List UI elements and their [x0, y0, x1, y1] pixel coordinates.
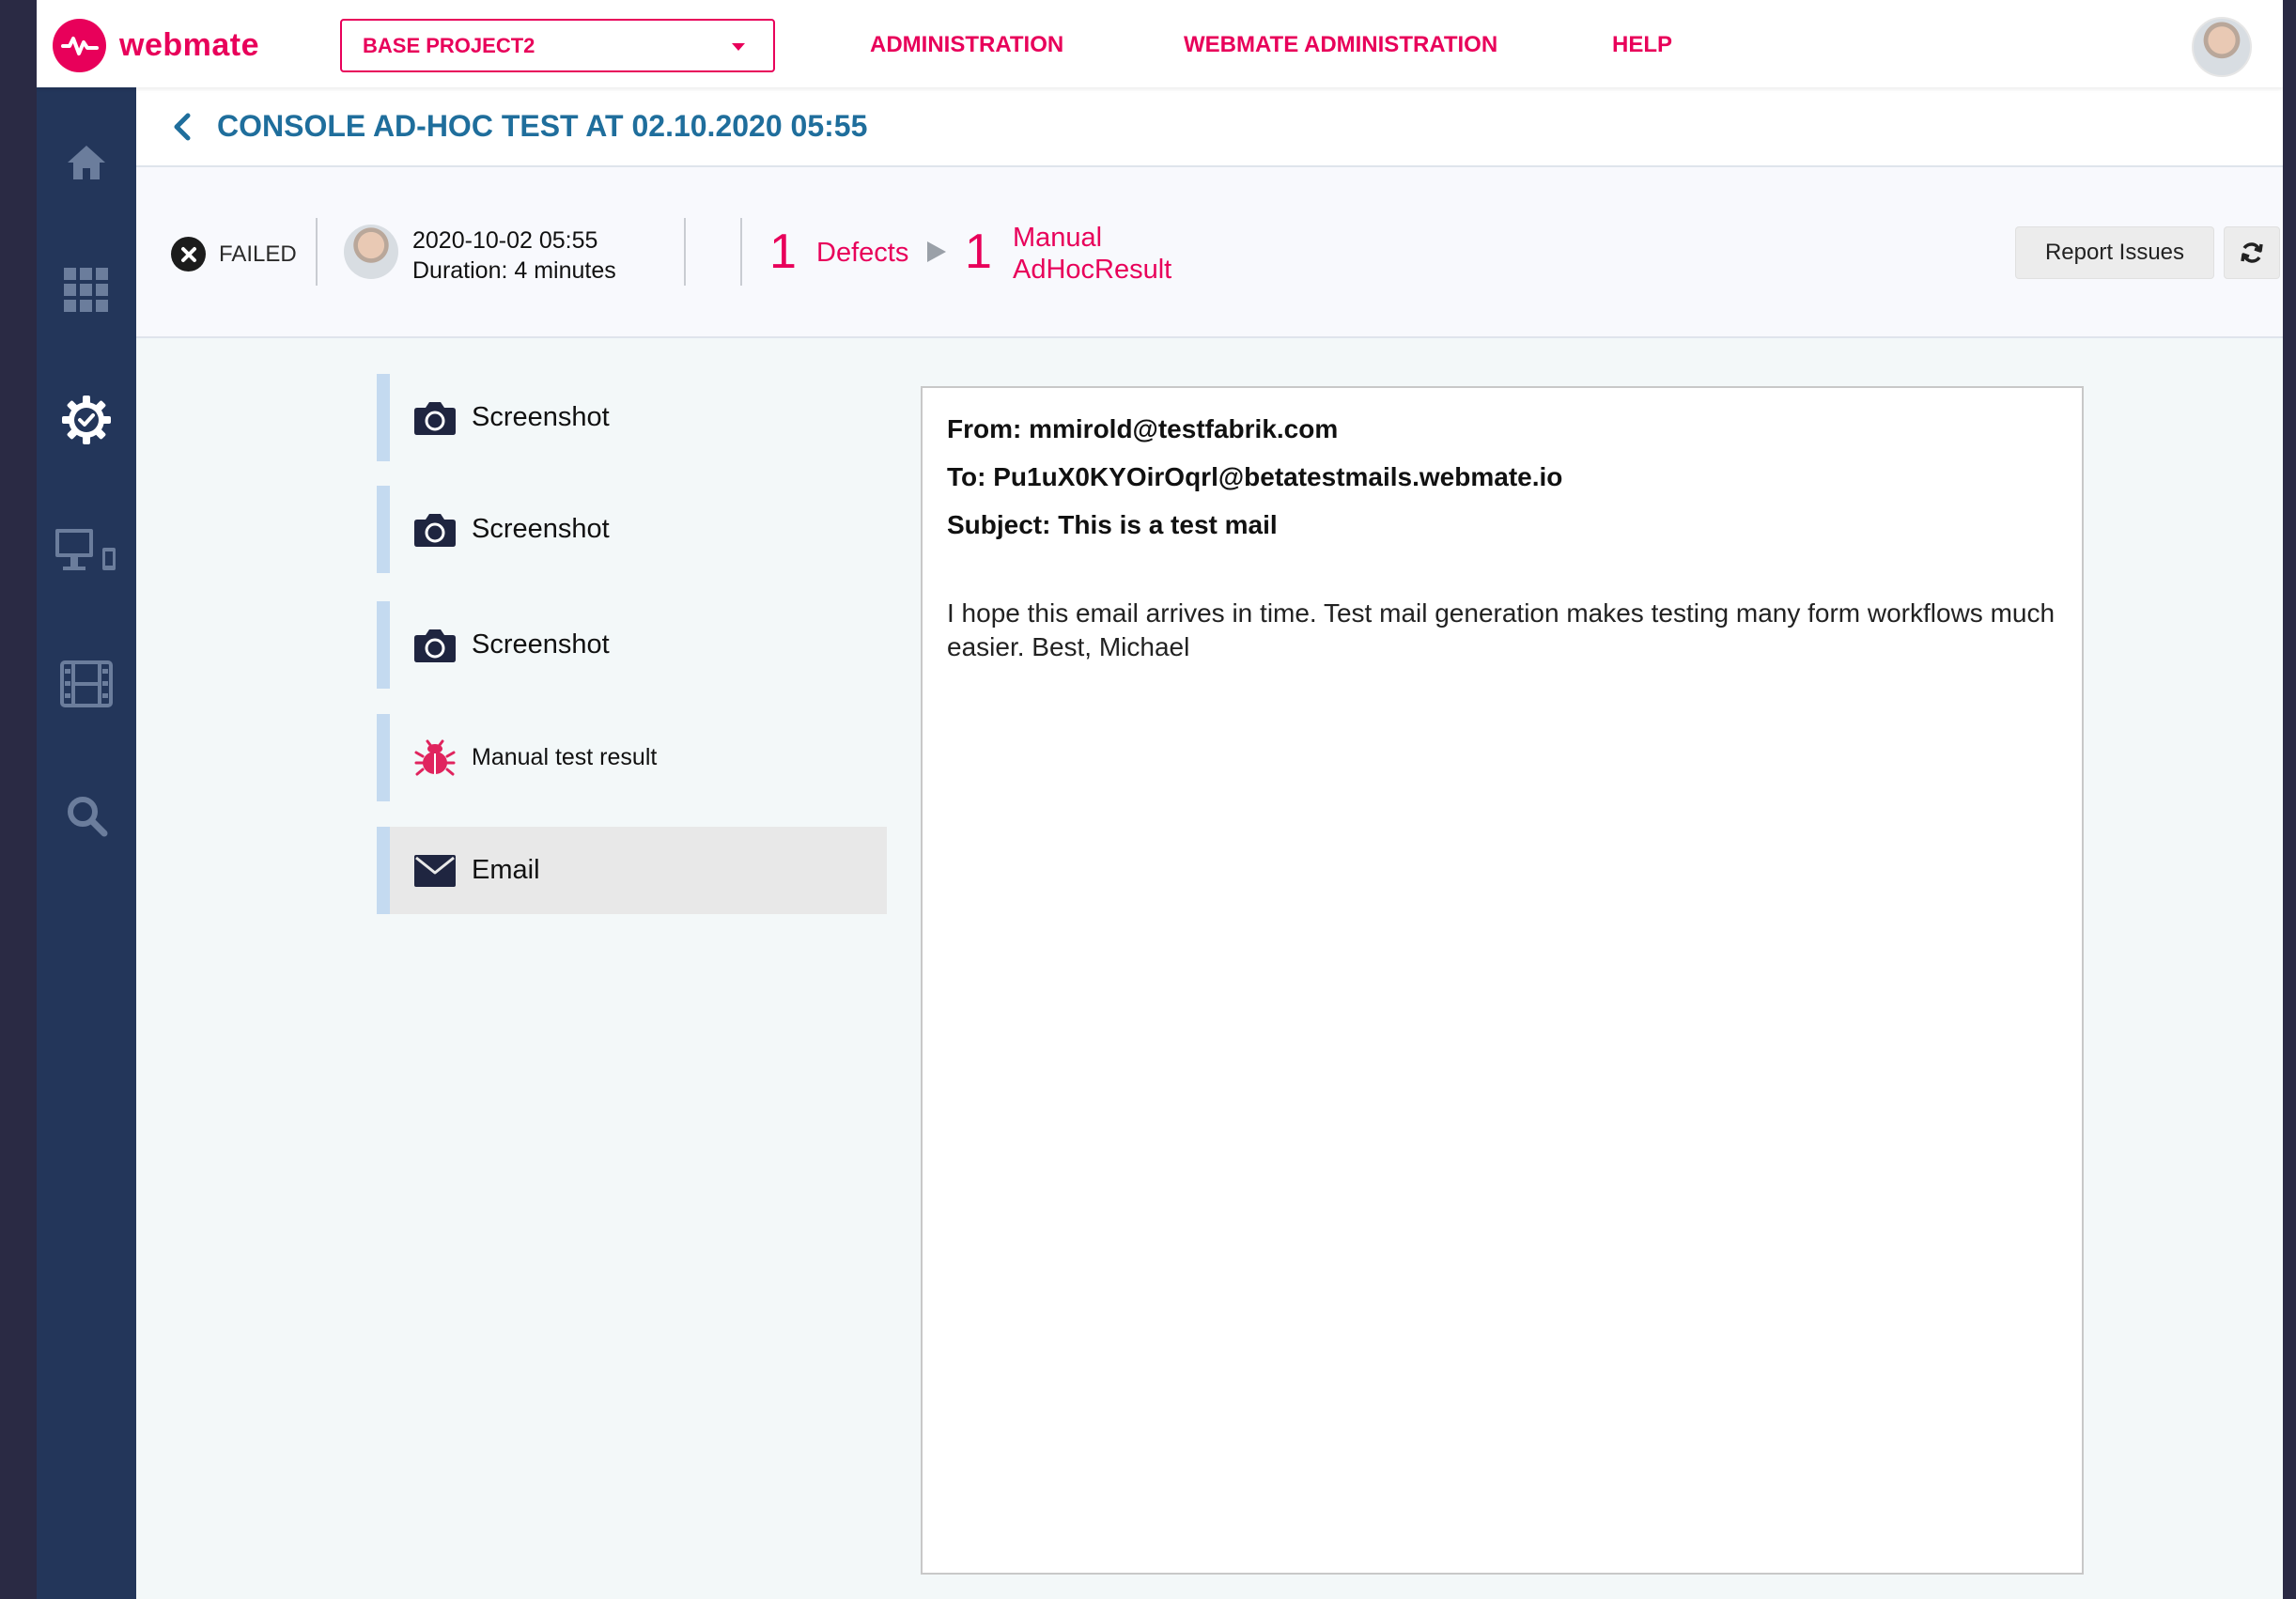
- manual-result-link[interactable]: Manual AdHocResult: [1013, 222, 1171, 286]
- film-icon: [60, 660, 113, 707]
- webmate-logo[interactable]: webmate: [53, 19, 259, 72]
- defects-link[interactable]: Defects: [816, 237, 908, 269]
- camera-icon: [413, 508, 457, 551]
- home-icon: [68, 146, 105, 179]
- artifact-item-screenshot[interactable]: Screenshot: [377, 486, 887, 573]
- artifact-item-screenshot[interactable]: Screenshot: [377, 374, 887, 461]
- page-header: CONSOLE AD-HOC TEST AT 02.10.2020 05:55: [136, 87, 2283, 167]
- divider: [740, 218, 742, 286]
- executor-avatar: [344, 225, 398, 279]
- webmate-logo-text: webmate: [119, 27, 259, 63]
- sidebar-item-home[interactable]: [37, 140, 136, 185]
- email-subject: Subject: This is a test mail: [947, 510, 1278, 539]
- project-select-value: BASE PROJECT2: [363, 33, 535, 57]
- failed-icon: [171, 237, 206, 272]
- run-date: 2020-10-02 05:55: [412, 227, 598, 254]
- refresh-icon: [2241, 242, 2263, 263]
- sidebar-item-recordings[interactable]: [37, 660, 136, 707]
- artifact-item-manual-test-result[interactable]: Manual test result: [377, 714, 887, 801]
- run-duration: Duration: 4 minutes: [412, 257, 616, 284]
- back-button[interactable]: [172, 108, 200, 146]
- refresh-button[interactable]: [2224, 226, 2280, 279]
- test-run-summary: FAILED 2020-10-02 05:55 Duration: 4 minu…: [136, 167, 2283, 338]
- sidebar-item-apps[interactable]: [37, 266, 136, 315]
- camera-icon: [413, 624, 457, 667]
- envelope-icon: [413, 849, 457, 893]
- artifact-label: Screenshot: [472, 629, 610, 660]
- chevron-down-icon: [732, 43, 745, 51]
- nav-webmate-administration[interactable]: WEBMATE ADMINISTRATION: [1184, 32, 1497, 58]
- manual-result-label-line2: AdHocResult: [1013, 255, 1172, 285]
- sidebar-item-tests[interactable]: [37, 394, 136, 446]
- project-select[interactable]: BASE PROJECT2: [340, 19, 775, 72]
- sidebar: [37, 87, 136, 1599]
- email-from: From: mmirold@testfabrik.com: [947, 414, 1339, 443]
- artifact-label: Manual test result: [472, 744, 658, 770]
- camera-icon: [413, 396, 457, 440]
- artifact-item-email[interactable]: Email: [377, 827, 887, 914]
- nav-administration[interactable]: ADMINISTRATION: [870, 32, 1063, 58]
- arrow-right-icon: [927, 241, 946, 262]
- manual-result-count: 1: [965, 225, 992, 279]
- defects-count: 1: [769, 225, 797, 279]
- webmate-logo-icon: [53, 19, 106, 72]
- divider: [684, 218, 686, 286]
- run-meta: 2020-10-02 05:55 Duration: 4 minutes: [412, 225, 616, 286]
- search-icon: [68, 797, 108, 837]
- artifact-item-screenshot[interactable]: Screenshot: [377, 601, 887, 689]
- sidebar-item-devices[interactable]: [37, 525, 136, 578]
- email-body: I hope this email arrives in time. Test …: [947, 598, 2056, 661]
- status-badge: FAILED: [171, 237, 297, 272]
- report-issues-button[interactable]: Report Issues: [2015, 226, 2214, 279]
- devices-icon: [55, 529, 116, 570]
- top-navigation-bar: webmate BASE PROJECT2 ADMINISTRATION WEB…: [37, 0, 2283, 87]
- app-window: webmate BASE PROJECT2 ADMINISTRATION WEB…: [37, 0, 2283, 1599]
- chevron-left-icon: [174, 113, 191, 140]
- nav-help[interactable]: HELP: [1612, 32, 1672, 58]
- page-title: CONSOLE AD-HOC TEST AT 02.10.2020 05:55: [217, 109, 868, 143]
- email-to: To: Pu1uX0KYOirOqrl@betatestmails.webmat…: [947, 462, 1563, 491]
- settings-check-icon: [62, 396, 111, 444]
- artifact-label: Email: [472, 855, 540, 885]
- email-viewer: From: mmirold@testfabrik.com To: Pu1uX0K…: [921, 386, 2084, 1575]
- sidebar-item-search[interactable]: [37, 794, 136, 837]
- bug-icon: [413, 737, 457, 780]
- divider: [316, 218, 318, 286]
- user-avatar[interactable]: [2192, 17, 2252, 77]
- artifact-label: Screenshot: [472, 402, 610, 432]
- apps-grid-icon: [64, 268, 108, 312]
- status-text: FAILED: [219, 241, 297, 267]
- manual-result-label-line1: Manual: [1013, 223, 1103, 253]
- artifact-label: Screenshot: [472, 514, 610, 544]
